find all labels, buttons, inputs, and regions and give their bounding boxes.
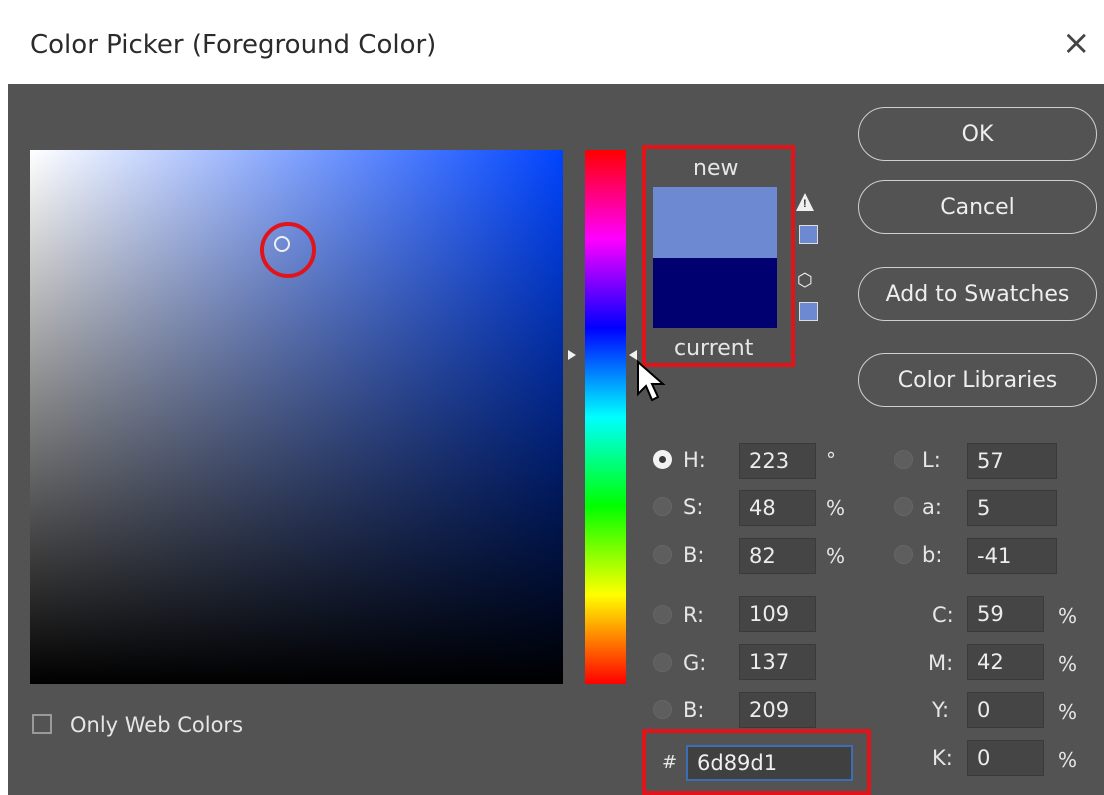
hex-label: # [662, 752, 678, 773]
marker-highlight-circle [260, 222, 316, 278]
magenta-unit: % [1058, 652, 1078, 676]
hue-unit: ° [826, 448, 836, 472]
cancel-button[interactable]: Cancel [858, 180, 1097, 234]
red-label: R: [683, 603, 705, 627]
web-safe-color-swatch[interactable] [799, 302, 818, 321]
lightness-radio[interactable] [894, 450, 913, 469]
yellow-label: Y: [932, 698, 950, 722]
black-unit: % [1058, 748, 1078, 772]
saturation-input[interactable]: 48 [739, 490, 816, 526]
ok-button[interactable]: OK [858, 107, 1097, 161]
new-color-swatch [653, 187, 777, 258]
add-to-swatches-button[interactable]: Add to Swatches [858, 267, 1097, 321]
magenta-input[interactable]: 42 [967, 644, 1044, 680]
hue-slider-left-arrow-icon[interactable] [568, 350, 576, 360]
hue-label: H: [683, 448, 706, 472]
web-safe-cube-icon[interactable]: ⬡ [797, 271, 813, 289]
brightness-label: B: [683, 543, 705, 567]
black-input[interactable]: 0 [967, 740, 1044, 776]
blue-radio[interactable] [653, 700, 672, 719]
b-channel-input[interactable]: -41 [967, 538, 1057, 574]
green-radio[interactable] [653, 653, 672, 672]
hex-input[interactable]: 6d89d1 [686, 745, 853, 781]
gamut-color-swatch[interactable] [799, 225, 818, 244]
magenta-label: M: [928, 651, 954, 675]
yellow-input[interactable]: 0 [967, 692, 1044, 728]
b-channel-label: b: [922, 543, 943, 567]
cyan-unit: % [1058, 604, 1078, 628]
mouse-cursor-icon [636, 359, 666, 409]
brightness-unit: % [826, 544, 846, 568]
hue-input[interactable]: 223 [739, 443, 816, 479]
hue-slider-right-arrow-icon[interactable] [629, 350, 637, 360]
a-channel-input[interactable]: 5 [967, 490, 1057, 526]
green-input[interactable]: 137 [739, 644, 816, 680]
lightness-label: L: [922, 448, 941, 472]
window-title: Color Picker (Foreground Color) [30, 30, 437, 60]
only-web-colors-label: Only Web Colors [70, 713, 244, 737]
yellow-unit: % [1058, 700, 1078, 724]
warning-exclamation-icon: ! [803, 198, 807, 210]
close-icon[interactable]: × [1062, 26, 1091, 60]
cyan-input[interactable]: 59 [967, 596, 1044, 632]
only-web-colors-checkbox[interactable] [32, 714, 52, 734]
current-label: current [674, 336, 754, 361]
brightness-radio[interactable] [653, 545, 672, 564]
blue-input[interactable]: 209 [739, 692, 816, 728]
new-label: new [693, 156, 739, 181]
green-label: G: [683, 651, 707, 675]
a-channel-label: a: [922, 495, 942, 519]
saturation-unit: % [826, 496, 846, 520]
title-bar: Color Picker (Foreground Color) × [0, 0, 1104, 84]
red-radio[interactable] [653, 605, 672, 624]
current-color-swatch[interactable] [653, 258, 777, 328]
lightness-input[interactable]: 57 [967, 443, 1057, 479]
red-input[interactable]: 109 [739, 596, 816, 632]
brightness-input[interactable]: 82 [739, 538, 816, 574]
blue-label: B: [683, 698, 705, 722]
color-libraries-button[interactable]: Color Libraries [858, 353, 1097, 407]
a-channel-radio[interactable] [894, 497, 913, 516]
saturation-radio[interactable] [653, 497, 672, 516]
saturation-label: S: [683, 495, 704, 519]
hue-slider[interactable] [585, 150, 626, 684]
black-label: K: [932, 746, 953, 770]
hue-radio[interactable] [653, 450, 672, 469]
b-channel-radio[interactable] [894, 545, 913, 564]
cyan-label: C: [932, 603, 954, 627]
